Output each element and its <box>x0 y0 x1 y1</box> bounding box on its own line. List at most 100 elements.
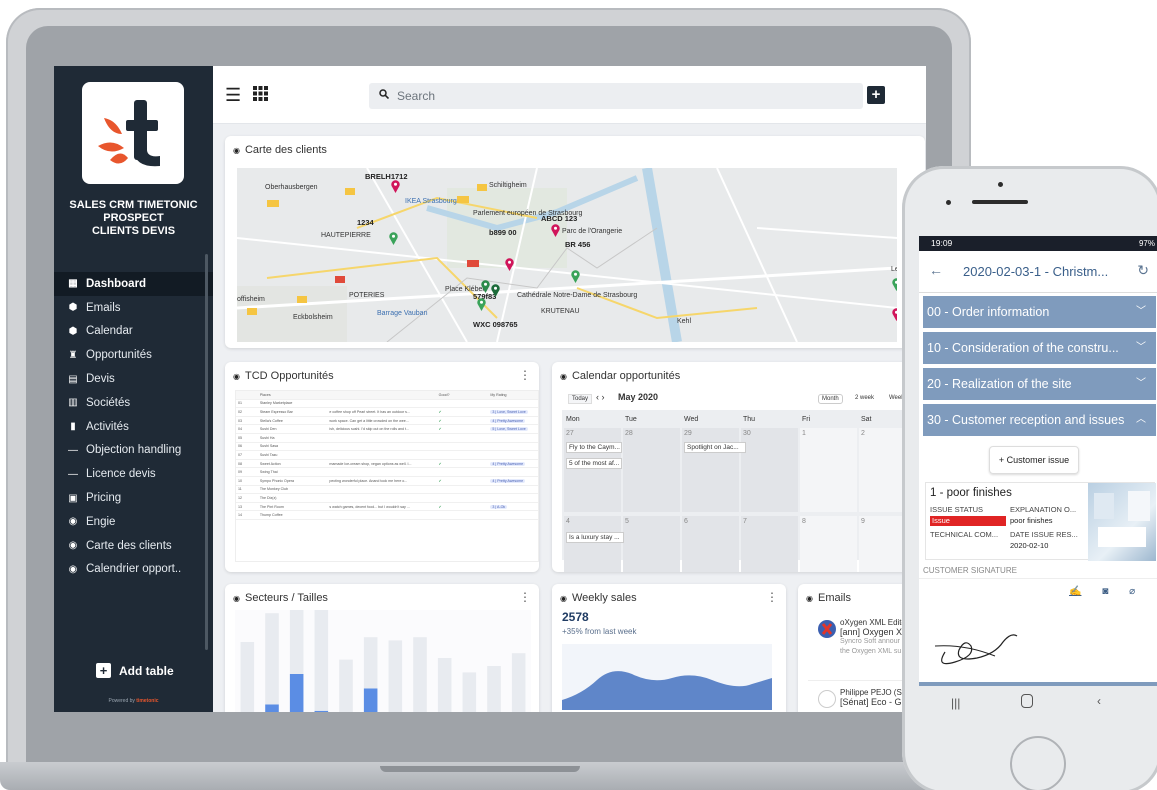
email-item[interactable]: oXygen XML Edito [ann] Oxygen XI Syncro … <box>840 618 906 656</box>
sidebar-scrollbar[interactable] <box>205 254 208 650</box>
map-pin-icon[interactable] <box>505 258 514 271</box>
signature-canvas[interactable] <box>925 616 1155 676</box>
calendar-event[interactable]: Spotlight on Jac... <box>684 442 746 453</box>
calendar-cell[interactable] <box>564 428 621 512</box>
bar-series1-8[interactable] <box>413 637 427 712</box>
sidebar-item-engie[interactable]: ◉ Engie <box>54 510 213 534</box>
calendar-cell[interactable] <box>623 428 680 512</box>
sidebar-item-opportunit-s[interactable]: ♜ Opportunités <box>54 343 213 367</box>
table-row[interactable]: 06 Sushi Sasa <box>236 443 538 452</box>
table-row[interactable]: 08 Sweet Action mamade Ice-cream shop, veg… <box>236 460 538 469</box>
table-row[interactable]: 05 Sushi Ha <box>236 434 538 443</box>
table-row[interactable]: 03 Stella's Coffee work space. Can get a l… <box>236 417 538 426</box>
calendar-cell[interactable] <box>623 516 680 572</box>
table-row[interactable]: 09 Swing Thai <box>236 468 538 477</box>
section-realization[interactable]: 20 - Realization of the site ﹀ <box>923 368 1156 400</box>
bar-series1-12[interactable] <box>511 653 526 712</box>
calendar-event[interactable]: Fly to the Caym... <box>566 442 622 453</box>
table-row[interactable]: 01 Stanley Marketplace <box>236 400 538 409</box>
calendar-cell[interactable] <box>741 428 798 512</box>
bar-series1-5[interactable] <box>339 659 353 712</box>
map-pin-icon[interactable] <box>551 224 560 237</box>
sidebar-item-activit-s[interactable]: ▮ Activités <box>54 415 213 439</box>
map-pin-icon[interactable] <box>477 298 486 311</box>
bar-series0-3[interactable] <box>289 674 304 712</box>
table-row[interactable]: 02 Steam Espresso Bar e coffee shop off Pe… <box>236 408 538 417</box>
more-options-icon[interactable]: ⋮ <box>766 590 778 604</box>
table-row[interactable]: 11 The Monkey Club <box>236 486 538 495</box>
camera-icon[interactable]: ◙ <box>1102 586 1108 597</box>
bar-series1-6[interactable] <box>363 637 378 689</box>
apps-grid-icon[interactable] <box>253 86 268 106</box>
bar-series1-9[interactable] <box>437 658 452 712</box>
calendar-cell[interactable] <box>564 516 621 572</box>
signature-pen-icon[interactable]: ✍ <box>1069 586 1081 597</box>
map-pin-icon[interactable] <box>571 270 580 283</box>
table-row[interactable]: 07 Sushi Tazu <box>236 451 538 460</box>
search-input[interactable]: Search <box>369 83 863 109</box>
section-consideration[interactable]: 10 - Consideration of the constru... ﹀ <box>923 332 1156 364</box>
table-row[interactable]: 10 Sympo Phonic Opera pecting wonderful pl… <box>236 477 538 486</box>
home-nav-icon[interactable] <box>1021 694 1033 708</box>
sidebar-item-devis[interactable]: ▤ Devis <box>54 367 213 391</box>
map-pin-icon[interactable] <box>389 232 398 245</box>
bar-series0-4[interactable] <box>314 710 329 712</box>
calendar-event[interactable]: Is a luxury stay ... <box>566 532 624 543</box>
bar-series1-4[interactable] <box>314 610 329 711</box>
bar-series1-3[interactable] <box>289 610 304 674</box>
calendar-cell[interactable] <box>800 428 857 512</box>
refresh-icon[interactable]: ↻ <box>1137 262 1149 279</box>
bar-series1-7[interactable] <box>388 640 403 712</box>
email-item[interactable]: Philippe PEJO (Sé [Sénat] Eco - Gr <box>840 688 906 707</box>
add-table-button[interactable]: + Add table <box>96 663 174 678</box>
sidebar-item-licence-devis[interactable]: — Licence devis <box>54 462 213 486</box>
bar-series0-6[interactable] <box>363 688 378 712</box>
client-map[interactable]: BRELH1712 Oberhausbergen Schiltigheim IKEA … <box>237 168 897 342</box>
bar-series1-2[interactable] <box>265 613 279 705</box>
map-pin-icon[interactable] <box>892 278 897 291</box>
sidebar-item-calendar[interactable]: ⬢ Calendar <box>54 320 213 344</box>
recent-apps-icon[interactable]: ||| <box>951 696 960 710</box>
timetonic-logo[interactable] <box>82 82 184 184</box>
add-button[interactable]: + <box>867 86 885 104</box>
calendar-cell[interactable] <box>682 428 739 512</box>
bar-series1-10[interactable] <box>462 672 477 712</box>
sidebar-item-carte-des-clients[interactable]: ◉ Carte des clients <box>54 534 213 558</box>
sidebar-item-soci-t-s[interactable]: ▥ Sociétés <box>54 391 213 415</box>
sidebar-item-calendrier-opport[interactable]: ◉ Calendrier opport.. <box>54 558 213 582</box>
map-pin-icon[interactable] <box>491 284 500 297</box>
calendar-event[interactable]: 5 of the most af... <box>566 458 622 469</box>
back-arrow-icon[interactable]: ← <box>929 262 943 278</box>
today-button[interactable]: Today <box>568 394 593 404</box>
section-order-information[interactable]: 00 - Order information ﹀ <box>923 296 1156 328</box>
calendar-cell[interactable] <box>800 516 857 572</box>
table-row[interactable]: 12 The Diz(z) <box>236 494 538 503</box>
bar-series1-1[interactable] <box>240 642 255 712</box>
more-options-icon[interactable]: ⋮ <box>519 368 531 382</box>
attachment-icon[interactable]: ⌀ <box>1129 586 1135 597</box>
back-nav-icon[interactable]: ‹ <box>1097 694 1101 708</box>
table-row[interactable]: 14 Thump Coffee <box>236 511 538 520</box>
add-customer-issue-button[interactable]: + Customer issue <box>989 446 1079 474</box>
more-options-icon[interactable]: ⋮ <box>519 590 531 604</box>
map-pin-icon[interactable] <box>391 180 400 193</box>
section-customer-reception[interactable]: 30 - Customer reception and issues ︿ <box>923 404 1156 436</box>
view-2week-button[interactable]: 2 week <box>852 394 877 402</box>
table-row[interactable]: 04 Sushi Den ish, delicious sushi. I'd ski… <box>236 425 538 434</box>
bar-series1-11[interactable] <box>487 666 501 712</box>
phone-home-button[interactable] <box>1010 736 1066 790</box>
view-month-button[interactable]: Month <box>818 394 843 404</box>
calendar-cell[interactable] <box>682 516 739 572</box>
sidebar-item-pricing[interactable]: ▣ Pricing <box>54 486 213 510</box>
sidebar-item-objection-handling[interactable]: — Objection handling <box>54 439 213 463</box>
calendar-cell[interactable] <box>741 516 798 572</box>
issue-card[interactable]: 1 - poor finishes ISSUE STATUS EXPLANATI… <box>925 482 1156 561</box>
map-pin-icon[interactable] <box>481 280 490 293</box>
table-row[interactable]: 13 The Pint Room s watch games, decent foo… <box>236 503 538 512</box>
bar-series0-2[interactable] <box>265 704 279 712</box>
sidebar-item-emails[interactable]: ⬢ Emails <box>54 296 213 320</box>
sidebar-item-dashboard[interactable]: ▦ Dashboard <box>54 272 213 296</box>
map-pin-icon[interactable] <box>892 308 897 321</box>
calendar-nav-arrows[interactable]: ‹ › <box>596 392 605 402</box>
hamburger-menu-icon[interactable]: ☰ <box>225 86 241 104</box>
